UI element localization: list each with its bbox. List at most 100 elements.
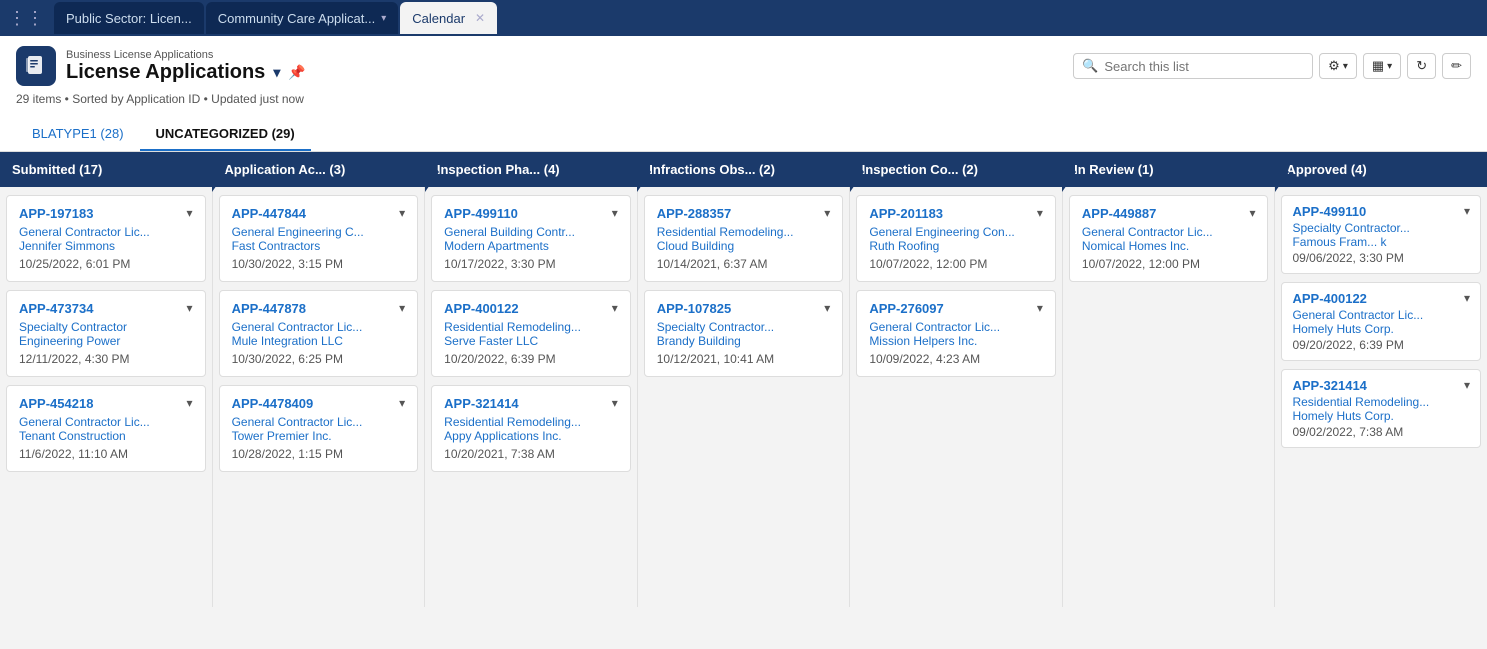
card-dropdown-icon[interactable]: ▾	[187, 301, 193, 315]
app-icon	[16, 46, 56, 86]
card-company: Serve Faster LLC	[444, 334, 618, 348]
table-row[interactable]: APP-447878 ▾ General Contractor Lic... M…	[219, 290, 419, 377]
table-row[interactable]: APP-288357 ▾ Residential Remodeling... C…	[644, 195, 844, 282]
card-id[interactable]: APP-288357	[657, 206, 731, 221]
card-id[interactable]: APP-400122	[1292, 291, 1366, 306]
refresh-button[interactable]: ↻	[1407, 53, 1436, 79]
tab-public-sector[interactable]: Public Sector: Licen...	[54, 2, 204, 34]
col-header-inspection-pha: Inspection Pha... (4)	[425, 152, 637, 187]
card-dropdown-icon[interactable]: ▾	[187, 206, 193, 220]
grid-view-icon: ▦	[1372, 58, 1384, 74]
card-date: 10/17/2022, 3:30 PM	[444, 257, 618, 271]
card-dropdown-icon[interactable]: ▾	[1249, 206, 1255, 220]
card-type: General Contractor Lic...	[232, 320, 406, 334]
gear-icon: ⚙	[1328, 58, 1340, 74]
card-dropdown-icon[interactable]: ▾	[612, 396, 618, 410]
card-dropdown-icon[interactable]: ▾	[399, 301, 405, 315]
card-id[interactable]: APP-321414	[444, 396, 518, 411]
table-row[interactable]: APP-197183 ▾ General Contractor Lic... J…	[6, 195, 206, 282]
card-type: General Contractor Lic...	[1082, 225, 1256, 239]
card-dropdown-icon[interactable]: ▾	[1464, 291, 1470, 306]
card-type: General Contractor Lic...	[19, 415, 193, 429]
card-dropdown-icon[interactable]: ▾	[612, 301, 618, 315]
card-company: Modern Apartments	[444, 239, 618, 253]
card-type: General Building Contr...	[444, 225, 618, 239]
close-icon[interactable]: ✕	[475, 11, 485, 25]
page-title: License Applications	[66, 61, 265, 84]
card-dropdown-icon[interactable]: ▾	[399, 396, 405, 410]
card-dropdown-icon[interactable]: ▾	[824, 206, 830, 220]
toolbar: 🔍 ⚙ ▾ ▦ ▾ ↻ ✏	[1073, 53, 1471, 79]
table-row[interactable]: APP-499110 ▾ Specialty Contractor... Fam…	[1281, 195, 1481, 274]
title-dropdown-icon[interactable]: ▾	[273, 64, 280, 81]
table-row[interactable]: APP-321414 ▾ Residential Remodeling... A…	[431, 385, 631, 472]
card-id[interactable]: APP-454218	[19, 396, 93, 411]
table-row[interactable]: APP-473734 ▾ Specialty Contractor Engine…	[6, 290, 206, 377]
tab-community-care[interactable]: Community Care Applicat... ▾	[206, 2, 399, 34]
card-company: Famous Fram... k	[1292, 235, 1470, 249]
card-dropdown-icon[interactable]: ▾	[187, 396, 193, 410]
card-dropdown-icon[interactable]: ▾	[824, 301, 830, 315]
card-id[interactable]: APP-201183	[869, 206, 943, 221]
search-box[interactable]: 🔍	[1073, 53, 1313, 79]
tab-label: Calendar	[412, 11, 465, 26]
col-in-review: APP-449887 ▾ General Contractor Lic... N…	[1063, 187, 1276, 607]
card-id[interactable]: APP-447844	[232, 206, 306, 221]
card-id[interactable]: APP-449887	[1082, 206, 1156, 221]
card-id[interactable]: APP-499110	[1292, 204, 1366, 219]
col-header-approved: Approved (4)	[1275, 152, 1487, 187]
tab-label: Community Care Applicat...	[218, 11, 376, 26]
kanban-body: APP-197183 ▾ General Contractor Lic... J…	[0, 187, 1487, 607]
card-dropdown-icon[interactable]: ▾	[1037, 301, 1043, 315]
refresh-icon: ↻	[1416, 58, 1427, 74]
table-row[interactable]: APP-201183 ▾ General Engineering Con... …	[856, 195, 1056, 282]
table-row[interactable]: APP-400122 ▾ Residential Remodeling... S…	[431, 290, 631, 377]
col-submitted: APP-197183 ▾ General Contractor Lic... J…	[0, 187, 213, 607]
card-dropdown-icon[interactable]: ▾	[399, 206, 405, 220]
card-id[interactable]: APP-276097	[869, 301, 943, 316]
table-row[interactable]: APP-449887 ▾ General Contractor Lic... N…	[1069, 195, 1269, 282]
settings-button[interactable]: ⚙ ▾	[1319, 53, 1357, 79]
table-row[interactable]: APP-400122 ▾ General Contractor Lic... H…	[1281, 282, 1481, 361]
card-id[interactable]: APP-447878	[232, 301, 306, 316]
card-company: Mule Integration LLC	[232, 334, 406, 348]
view-chevron-icon: ▾	[1387, 61, 1392, 72]
card-company: Tenant Construction	[19, 429, 193, 443]
view-toggle-button[interactable]: ▦ ▾	[1363, 53, 1401, 79]
card-id[interactable]: APP-400122	[444, 301, 518, 316]
table-row[interactable]: APP-447844 ▾ General Engineering C... Fa…	[219, 195, 419, 282]
card-id[interactable]: APP-473734	[19, 301, 93, 316]
card-id[interactable]: APP-499110	[444, 206, 518, 221]
table-row[interactable]: APP-499110 ▾ General Building Contr... M…	[431, 195, 631, 282]
table-row[interactable]: APP-321414 ▾ Residential Remodeling... H…	[1281, 369, 1481, 448]
table-row[interactable]: APP-107825 ▾ Specialty Contractor... Bra…	[644, 290, 844, 377]
page-header: Business License Applications License Ap…	[0, 36, 1487, 152]
table-row[interactable]: APP-4478409 ▾ General Contractor Lic... …	[219, 385, 419, 472]
tab-uncategorized[interactable]: UNCATEGORIZED (29)	[140, 118, 311, 151]
table-row[interactable]: APP-454218 ▾ General Contractor Lic... T…	[6, 385, 206, 472]
pin-icon[interactable]: 📌	[288, 64, 305, 81]
breadcrumb: Business License Applications	[66, 49, 306, 61]
card-id[interactable]: APP-107825	[657, 301, 731, 316]
search-input[interactable]	[1104, 59, 1304, 74]
card-id[interactable]: APP-197183	[19, 206, 93, 221]
settings-chevron-icon: ▾	[1343, 61, 1348, 72]
card-id[interactable]: APP-321414	[1292, 378, 1366, 393]
card-dropdown-icon[interactable]: ▾	[1037, 206, 1043, 220]
card-date: 10/20/2021, 7:38 AM	[444, 447, 618, 461]
card-type: Residential Remodeling...	[444, 415, 618, 429]
card-dropdown-icon[interactable]: ▾	[1464, 378, 1470, 393]
card-dropdown-icon[interactable]: ▾	[1464, 204, 1470, 219]
edit-button[interactable]: ✏	[1442, 53, 1471, 79]
tab-blatype1[interactable]: BLATYPE1 (28)	[16, 118, 140, 151]
card-dropdown-icon[interactable]: ▾	[612, 206, 618, 220]
card-company: Engineering Power	[19, 334, 193, 348]
tab-calendar[interactable]: Calendar ✕	[400, 2, 497, 34]
col-approved: APP-499110 ▾ Specialty Contractor... Fam…	[1275, 187, 1487, 607]
card-company: Homely Huts Corp.	[1292, 322, 1470, 336]
list-tabs: BLATYPE1 (28) UNCATEGORIZED (29)	[16, 114, 1471, 151]
card-id[interactable]: APP-4478409	[232, 396, 314, 411]
col-inspection-co: APP-201183 ▾ General Engineering Con... …	[850, 187, 1063, 607]
grid-icon[interactable]: ⋮⋮	[8, 8, 44, 29]
table-row[interactable]: APP-276097 ▾ General Contractor Lic... M…	[856, 290, 1056, 377]
